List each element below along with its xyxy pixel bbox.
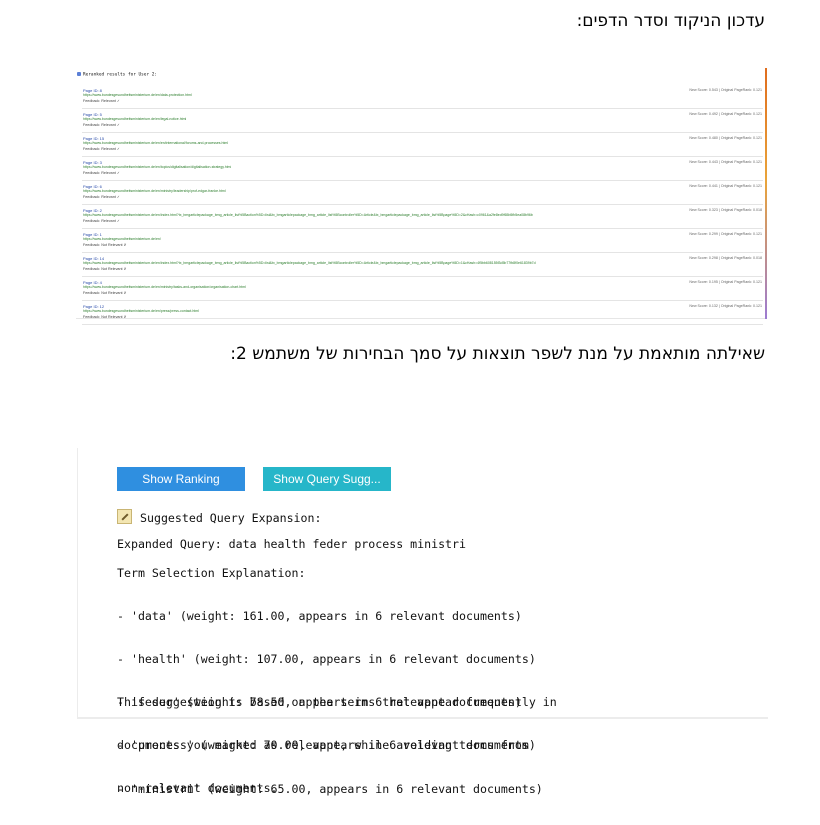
- result-row: Page ID: 3 https://www.bundesgesundheitsm…: [82, 159, 763, 181]
- result-url-link[interactable]: https://www.bundesgesundheitsministerium…: [83, 189, 226, 193]
- result-url-link[interactable]: https://www.bundesgesundheitsministerium…: [83, 285, 246, 289]
- result-row: Page ID: 15 https://www.bundesgesundheits…: [82, 135, 763, 157]
- result-feedback: Feedback: Relevant ✓: [83, 146, 120, 151]
- result-score: New Score: 0.441 | Original PageRank: 0.…: [689, 184, 762, 188]
- result-row: Page ID: 14 https://www.bundesgesundheits…: [82, 255, 763, 277]
- result-feedback: Feedback: Relevant ✓: [83, 170, 120, 175]
- rerank-screenshot-panel: Reranked results for User 2: Page ID: 8h…: [76, 68, 767, 325]
- result-url-link[interactable]: https://www.bundesgesundheitsministerium…: [83, 237, 161, 241]
- result-url-link[interactable]: https://www.bundesgesundheitsministerium…: [83, 141, 228, 145]
- results-icon: [77, 72, 81, 76]
- result-feedback: Feedback: Not Relevant ✗: [83, 266, 127, 271]
- result-url-link[interactable]: https://www.bundesgesundheitsministerium…: [83, 261, 536, 265]
- suggestion-title: Suggested Query Expansion:: [117, 509, 321, 525]
- result-feedback: Feedback: Relevant ✓: [83, 218, 120, 223]
- result-url-link[interactable]: https://www.bundesgesundheitsministerium…: [83, 165, 231, 169]
- result-url-link[interactable]: https://www.bundesgesundheitsministerium…: [83, 213, 533, 217]
- memo-icon: [117, 509, 132, 524]
- panel-divider: [76, 318, 765, 319]
- heading-query-suggestion: שאילתה מותאמת על מנת לשפר תוצאות על סמך …: [230, 344, 765, 364]
- show-query-suggestion-button[interactable]: Show Query Sugg...: [263, 467, 391, 491]
- result-feedback: Feedback: Not Relevant ✗: [83, 242, 127, 247]
- rerank-title: Reranked results for User 2:: [77, 72, 157, 78]
- result-row: Page ID: 12 https://www.bundesgesundheits…: [82, 303, 763, 325]
- result-score: New Score: 0.132 | Original PageRank: 0.…: [689, 304, 762, 308]
- expanded-query: Expanded Query: data health feder proces…: [117, 537, 467, 551]
- note-line: non-relevant documents.: [117, 781, 278, 796]
- result-score: New Score: 0.543 | Original PageRank: 0.…: [689, 88, 762, 92]
- term-explanation-title: Term Selection Explanation:: [117, 566, 306, 580]
- result-feedback: Feedback: Not Relevant ✗: [83, 290, 127, 295]
- result-score: New Score: 0.299 | Original PageRank: 0.…: [689, 232, 762, 236]
- result-url-link[interactable]: https://www.bundesgesundheitsministerium…: [83, 93, 192, 97]
- suggestion-note: This suggestion is based on the terms th…: [117, 666, 557, 824]
- term-item: - 'data' (weight: 161.00, appears in 6 r…: [117, 608, 522, 623]
- panel-accent-bar: [765, 68, 767, 319]
- heading-score-update: עדכון הניקוד וסדר הדפים:: [576, 11, 765, 31]
- result-row: Page ID: 5 https://www.bundesgesundheitsm…: [82, 111, 763, 133]
- suggestion-title-text: Suggested Query Expansion:: [140, 511, 322, 525]
- result-url-link[interactable]: https://www.bundesgesundheitsministerium…: [83, 309, 199, 313]
- result-feedback: Feedback: Relevant ✓: [83, 122, 120, 127]
- result-feedback: Feedback: Relevant ✓: [83, 194, 120, 199]
- note-line: documents you marked as relevant, while …: [117, 738, 529, 753]
- result-row: Page ID: 1 https://www.bundesgesundheitsm…: [82, 231, 763, 253]
- result-score: New Score: 0.298 | Original PageRank: 0.…: [689, 256, 762, 260]
- result-row: Page ID: 6 https://www.bundesgesundheitsm…: [82, 183, 763, 205]
- show-ranking-button[interactable]: Show Ranking: [117, 467, 245, 491]
- result-score: New Score: 0.323 | Original PageRank: 0.…: [689, 208, 762, 212]
- result-row: Page ID: 4 https://www.bundesgesundheitsm…: [82, 279, 763, 301]
- result-score: New Score: 0.195 | Original PageRank: 0.…: [689, 280, 762, 284]
- result-score: New Score: 0.492 | Original PageRank: 0.…: [689, 112, 762, 116]
- query-suggestion-panel: Show Ranking Show Query Sugg... Suggeste…: [77, 448, 768, 796]
- results-list: Page ID: 8 https://www.bundesgesundheitsm…: [82, 87, 763, 327]
- result-score: New Score: 0.480 | Original PageRank: 0.…: [689, 136, 762, 140]
- term-item: - 'health' (weight: 107.00, appears in 6…: [117, 652, 536, 667]
- rerank-title-text: Reranked results for User 2:: [83, 72, 158, 78]
- result-score: New Score: 0.443 | Original PageRank: 0.…: [689, 160, 762, 164]
- note-line: This suggestion is based on the terms th…: [117, 694, 557, 709]
- result-row: Page ID: 8 https://www.bundesgesundheitsm…: [82, 87, 763, 109]
- result-url-link[interactable]: https://www.bundesgesundheitsministerium…: [83, 117, 186, 121]
- result-feedback: Feedback: Relevant ✓: [83, 98, 120, 103]
- result-row: Page ID: 2 https://www.bundesgesundheitsm…: [82, 207, 763, 229]
